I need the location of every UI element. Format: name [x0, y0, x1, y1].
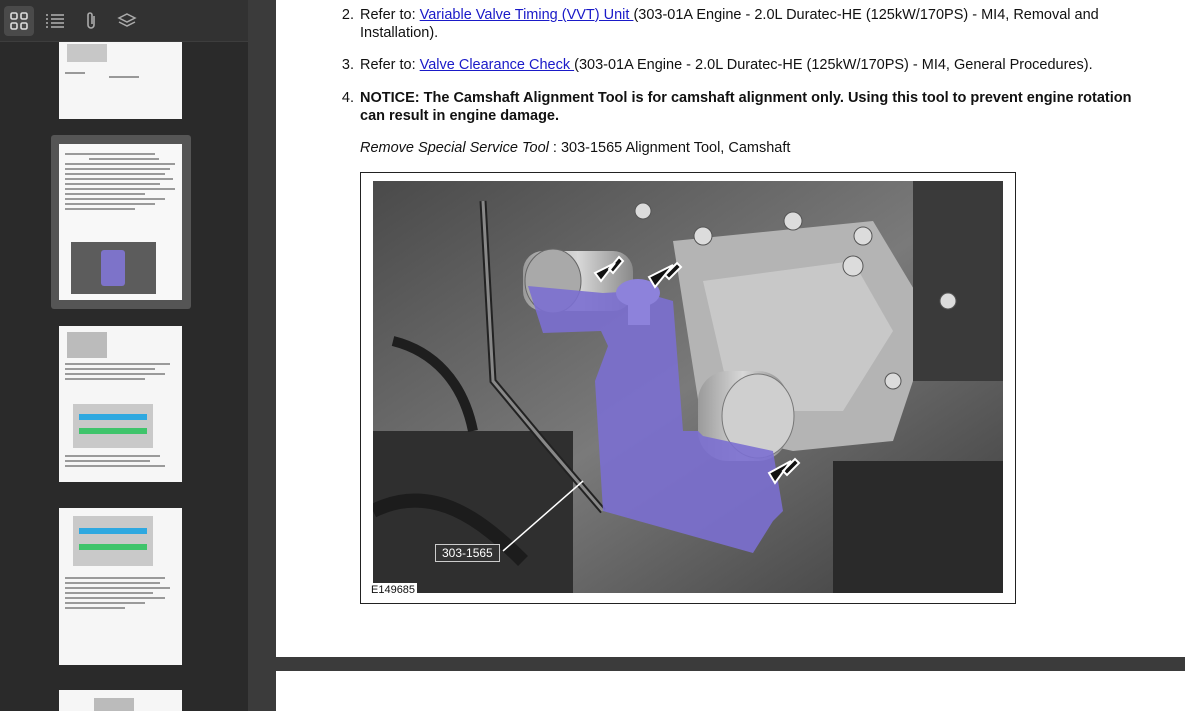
thumbnails-view-button[interactable]	[4, 5, 34, 36]
special-tool-label: Remove Special Service Tool	[360, 140, 549, 156]
page-thumbnail-5[interactable]	[59, 690, 182, 711]
step-number: 4.	[341, 90, 354, 106]
sidebar-toolbar	[0, 0, 248, 42]
sidebar-gutter	[248, 0, 276, 711]
step-number: 3.	[341, 57, 354, 73]
page-thumbnail-3[interactable]	[59, 326, 182, 482]
step-number: 2.	[341, 7, 354, 23]
notice-text-cont: can result in engine damage.	[360, 108, 560, 124]
thumbnail-sidebar	[0, 0, 248, 711]
step-reference: (303-01A Engine - 2.0L Duratec-HE (125kW…	[633, 7, 1099, 23]
valve-clearance-link[interactable]: Valve Clearance Check	[420, 57, 574, 73]
engine-photo	[373, 181, 1003, 593]
tool-callout-label: 303-1565	[435, 544, 500, 562]
layers-view-button[interactable]	[112, 6, 142, 36]
figure-frame: 303-1565 E149685	[360, 172, 1016, 604]
outline-view-button[interactable]	[40, 6, 70, 36]
next-document-page	[276, 671, 1185, 711]
step-reference: (303-01A Engine - 2.0L Duratec-HE (125kW…	[574, 57, 1093, 73]
page-gap	[276, 657, 1185, 671]
layers-icon	[117, 12, 137, 27]
refer-to-label: Refer to:	[360, 7, 420, 23]
page-thumbnail-2-selected[interactable]	[51, 135, 191, 309]
step-4: 4. NOTICE: The Camshaft Alignment Tool i…	[334, 89, 1174, 169]
attachments-view-button[interactable]	[76, 6, 106, 36]
figure-code: E149685	[369, 583, 418, 597]
notice-text: NOTICE: The Camshaft Alignment Tool is f…	[360, 90, 1132, 106]
special-tool-text: : 303-1565 Alignment Tool, Camshaft	[548, 140, 791, 156]
step-2: 2. Refer to: Variable Valve Timing (VVT)…	[334, 6, 1174, 42]
step-3: 3. Refer to: Valve Clearance Check (303-…	[334, 56, 1174, 74]
document-page: 2. Refer to: Variable Valve Timing (VVT)…	[276, 0, 1185, 657]
refer-to-label: Refer to:	[360, 57, 420, 73]
step-reference-cont: Installation).	[360, 25, 439, 41]
page-thumbnail-1[interactable]	[59, 42, 182, 119]
page-thumbnail-4[interactable]	[59, 508, 182, 665]
vvt-unit-link[interactable]: Variable Valve Timing (VVT) Unit	[420, 7, 634, 23]
thumbnails-icon	[10, 11, 28, 30]
outline-icon	[46, 13, 64, 28]
attachments-icon	[87, 11, 95, 29]
